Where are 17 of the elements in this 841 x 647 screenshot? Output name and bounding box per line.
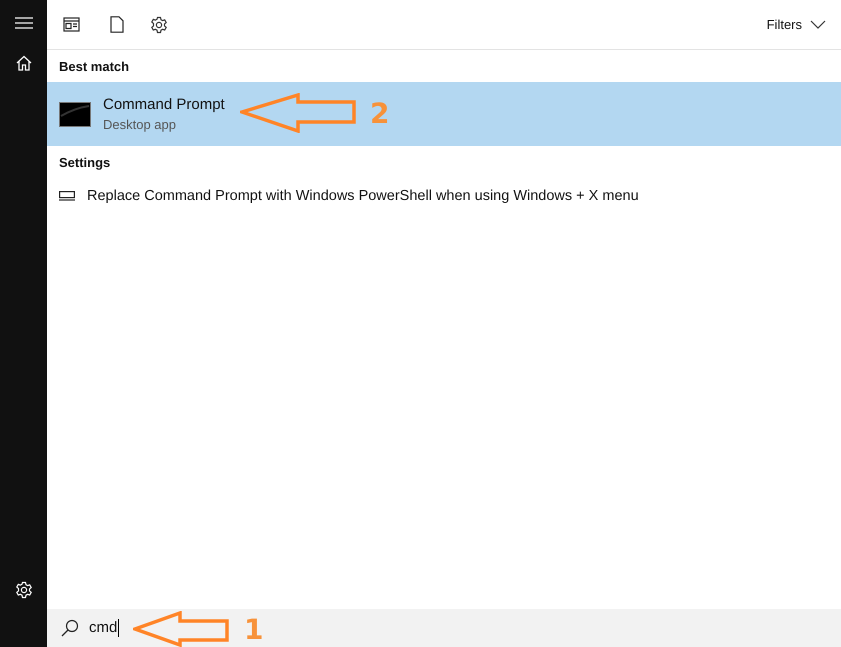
document-icon[interactable] [110,16,124,33]
keyboard-icon [59,191,75,201]
home-icon[interactable] [16,55,32,71]
step-number: 2 [370,96,390,130]
arrow-icon [133,611,230,647]
search-icon [61,619,79,637]
step-number: 1 [244,612,264,646]
settings-icon[interactable] [150,16,168,34]
filters-button[interactable]: Filters [766,17,826,32]
news-icon[interactable] [63,17,80,32]
menu-icon[interactable] [14,17,32,29]
section-heading: Best match [58,58,130,76]
section-heading: Settings [58,154,112,172]
chevron-icon [810,20,826,29]
setting-item[interactable]: Replace Command Prompt with Windows PowerShell when using Windows + X menu [47,178,841,214]
console-icon [59,102,91,126]
arrow-icon [240,93,356,133]
